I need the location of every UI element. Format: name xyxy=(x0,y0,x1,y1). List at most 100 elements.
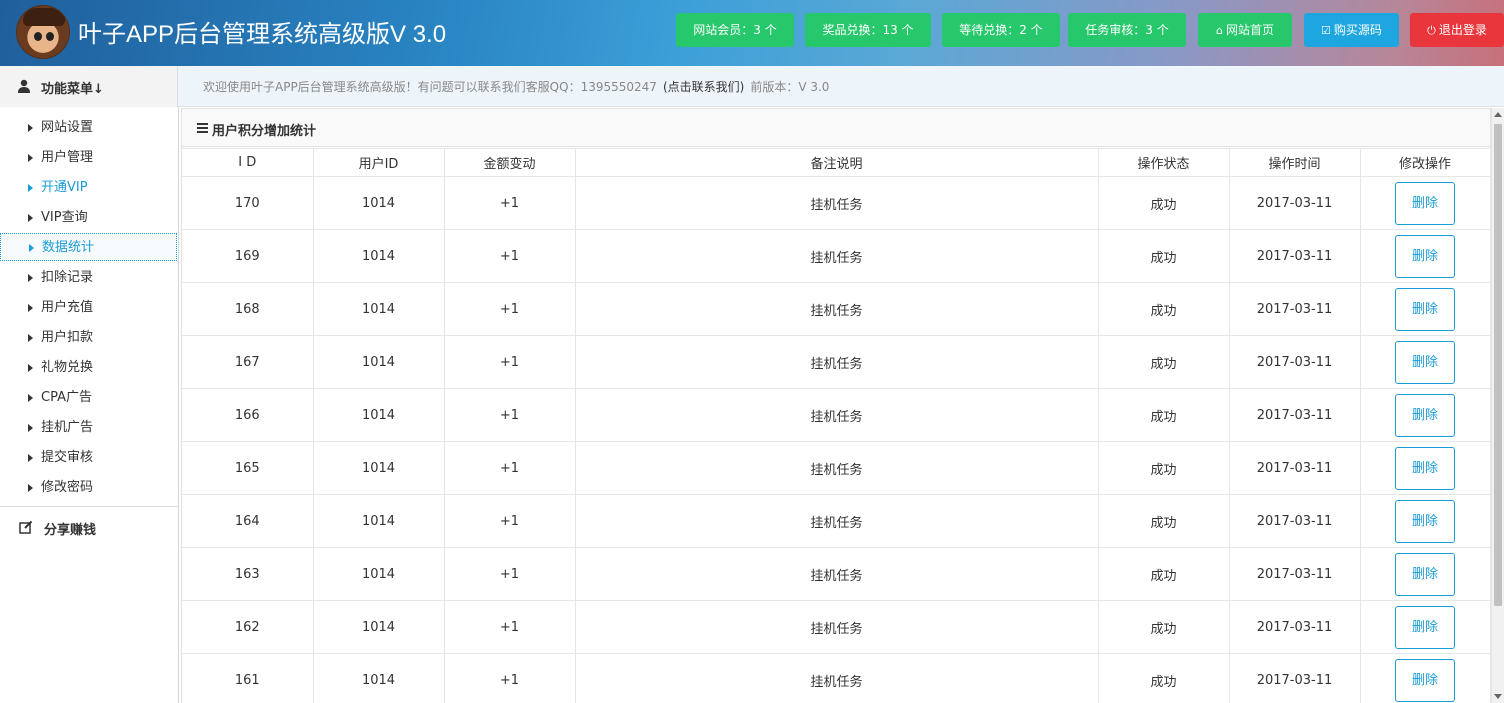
sidebar-item-label: VIP查询 xyxy=(41,210,88,225)
cell-user-id: 1014 xyxy=(312,653,445,703)
delete-button[interactable]: 删除 xyxy=(1395,181,1455,225)
cell-action: 删除 xyxy=(1359,335,1491,389)
cell-status: 成功 xyxy=(1097,229,1230,283)
site-home-button[interactable]: ⌂ 网站首页 xyxy=(1198,13,1292,47)
column-header-status: 操作状态 xyxy=(1097,148,1230,177)
cell-amount-change: +1 xyxy=(443,547,576,601)
menu-title: 功能菜单↓ xyxy=(41,82,104,97)
prize-exchange-button[interactable]: 奖品兑换：13 个 xyxy=(805,13,931,47)
sidebar-item-submit-review[interactable]: 提交审核 xyxy=(0,444,177,472)
delete-button[interactable]: 删除 xyxy=(1395,499,1455,543)
column-header-note: 备注说明 xyxy=(574,148,1099,177)
task-review-label: 任务审核：3 个 xyxy=(1085,23,1169,37)
caret-right-icon xyxy=(28,364,33,372)
scroll-down-arrow-icon[interactable] xyxy=(1494,694,1502,699)
scroll-up-arrow-icon[interactable] xyxy=(1494,112,1502,117)
sidebar-item-vip-query[interactable]: VIP查询 xyxy=(0,204,177,232)
sidebar-item-data-statistics[interactable]: 数据统计 xyxy=(0,233,177,261)
cell-id: 165 xyxy=(182,441,314,495)
sidebar-item-change-password[interactable]: 修改密码 xyxy=(0,474,177,502)
cell-status: 成功 xyxy=(1097,653,1230,703)
edit-icon xyxy=(19,520,33,534)
table-row: 169 1014 +1 挂机任务 成功 2017-03-11 删除 xyxy=(182,229,1491,283)
delete-button[interactable]: 删除 xyxy=(1395,658,1455,702)
site-home-label: 网站首页 xyxy=(1225,23,1274,37)
cell-action: 删除 xyxy=(1359,441,1491,495)
buy-source-label: 购买源码 xyxy=(1333,23,1382,37)
cell-status: 成功 xyxy=(1097,600,1230,654)
delete-button[interactable]: 删除 xyxy=(1395,552,1455,596)
table-row: 161 1014 +1 挂机任务 成功 2017-03-11 删除 xyxy=(182,653,1491,703)
column-header-user-id: 用户ID xyxy=(312,148,445,177)
member-count-button[interactable]: 网站会员：3 个 xyxy=(676,13,794,47)
table-row: 162 1014 +1 挂机任务 成功 2017-03-11 删除 xyxy=(182,600,1491,654)
sidebar-item-label: 用户管理 xyxy=(41,150,94,165)
contact-link[interactable]: (点击联系我们) xyxy=(663,80,744,94)
delete-button[interactable]: 删除 xyxy=(1395,605,1455,649)
sidebar-item-user-management[interactable]: 用户管理 xyxy=(0,144,177,172)
cell-note: 挂机任务 xyxy=(574,441,1099,495)
sidebar-item-hangup-ads[interactable]: 挂机广告 xyxy=(0,414,177,442)
table-row: 170 1014 +1 挂机任务 成功 2017-03-11 删除 xyxy=(182,176,1491,230)
sidebar-item-cpa-ads[interactable]: CPA广告 xyxy=(0,384,177,412)
power-icon: ⏻ xyxy=(1427,24,1436,37)
pending-exchange-button[interactable]: 等待兑换：2 个 xyxy=(942,13,1060,47)
cell-user-id: 1014 xyxy=(312,388,445,442)
cell-id: 169 xyxy=(182,229,314,283)
caret-right-icon xyxy=(28,304,33,312)
sidebar-item-deduction-records[interactable]: 扣除记录 xyxy=(0,264,177,292)
sidebar-item-user-deduct[interactable]: 用户扣款 xyxy=(0,324,177,352)
sidebar-item-gift-exchange[interactable]: 礼物兑换 xyxy=(0,354,177,382)
avatar-eye xyxy=(46,32,54,41)
column-header-amount-change: 金额变动 xyxy=(443,148,576,177)
version-text: 前版本：V 3.0 xyxy=(750,80,830,94)
caret-right-icon xyxy=(28,124,33,132)
logout-label: 退出登录 xyxy=(1438,23,1487,37)
cell-note: 挂机任务 xyxy=(574,547,1099,601)
vertical-scrollbar[interactable] xyxy=(1491,108,1504,703)
sidebar-item-label: 用户充值 xyxy=(41,300,94,315)
pending-exchange-label: 等待兑换：2 个 xyxy=(959,23,1043,37)
sidebar-item-label: 用户扣款 xyxy=(41,330,94,345)
cell-id: 164 xyxy=(182,494,314,548)
cell-time: 2017-03-11 xyxy=(1228,388,1361,442)
table-body: 170 1014 +1 挂机任务 成功 2017-03-11 删除 169 1014 +1 挂机任务… xyxy=(182,176,1491,703)
cell-user-id: 1014 xyxy=(312,229,445,283)
cell-status: 成功 xyxy=(1097,494,1230,548)
home-icon: ⌂ xyxy=(1216,24,1223,37)
scrollbar-thumb[interactable] xyxy=(1494,124,1502,606)
cell-user-id: 1014 xyxy=(312,335,445,389)
sidebar-item-open-vip[interactable]: 开通VIP xyxy=(0,174,177,202)
cell-note: 挂机任务 xyxy=(574,229,1099,283)
sidebar-item-label: CPA广告 xyxy=(41,390,92,405)
buy-source-button[interactable]: ☑ 购买源码 xyxy=(1304,13,1399,47)
sidebar-item-site-settings[interactable]: 网站设置 xyxy=(0,114,177,142)
cell-time: 2017-03-11 xyxy=(1228,335,1361,389)
caret-right-icon xyxy=(29,244,34,252)
delete-button[interactable]: 删除 xyxy=(1395,446,1455,490)
sidebar-item-label: 提交审核 xyxy=(41,450,94,465)
cell-action: 删除 xyxy=(1359,494,1491,548)
delete-button[interactable]: 删除 xyxy=(1395,234,1455,278)
table-row: 166 1014 +1 挂机任务 成功 2017-03-11 删除 xyxy=(182,388,1491,442)
task-review-button[interactable]: 任务审核：3 个 xyxy=(1068,13,1186,47)
delete-button[interactable]: 删除 xyxy=(1395,340,1455,384)
cell-action: 删除 xyxy=(1359,547,1491,601)
share-earn-menu[interactable]: 分享赚钱 xyxy=(0,508,178,546)
delete-button[interactable]: 删除 xyxy=(1395,287,1455,331)
column-header-time: 操作时间 xyxy=(1228,148,1361,177)
cell-status: 成功 xyxy=(1097,176,1230,230)
panel-title: 用户积分增加统计 xyxy=(212,124,317,139)
cell-amount-change: +1 xyxy=(443,600,576,654)
delete-button[interactable]: 删除 xyxy=(1395,393,1455,437)
cell-amount-change: +1 xyxy=(443,229,576,283)
sidebar-item-user-recharge[interactable]: 用户充值 xyxy=(0,294,177,322)
sidebar-item-label: 网站设置 xyxy=(41,120,94,135)
sub-bar: 功能菜单↓ 欢迎使用叶子APP后台管理系统高级版！有问题可以联系我们客服QQ：1… xyxy=(0,66,1504,107)
menu-header[interactable]: 功能菜单↓ xyxy=(0,66,178,107)
cell-user-id: 1014 xyxy=(312,547,445,601)
caret-right-icon xyxy=(28,184,33,192)
cell-note: 挂机任务 xyxy=(574,653,1099,703)
cell-time: 2017-03-11 xyxy=(1228,494,1361,548)
logout-button[interactable]: ⏻ 退出登录 xyxy=(1410,13,1504,47)
